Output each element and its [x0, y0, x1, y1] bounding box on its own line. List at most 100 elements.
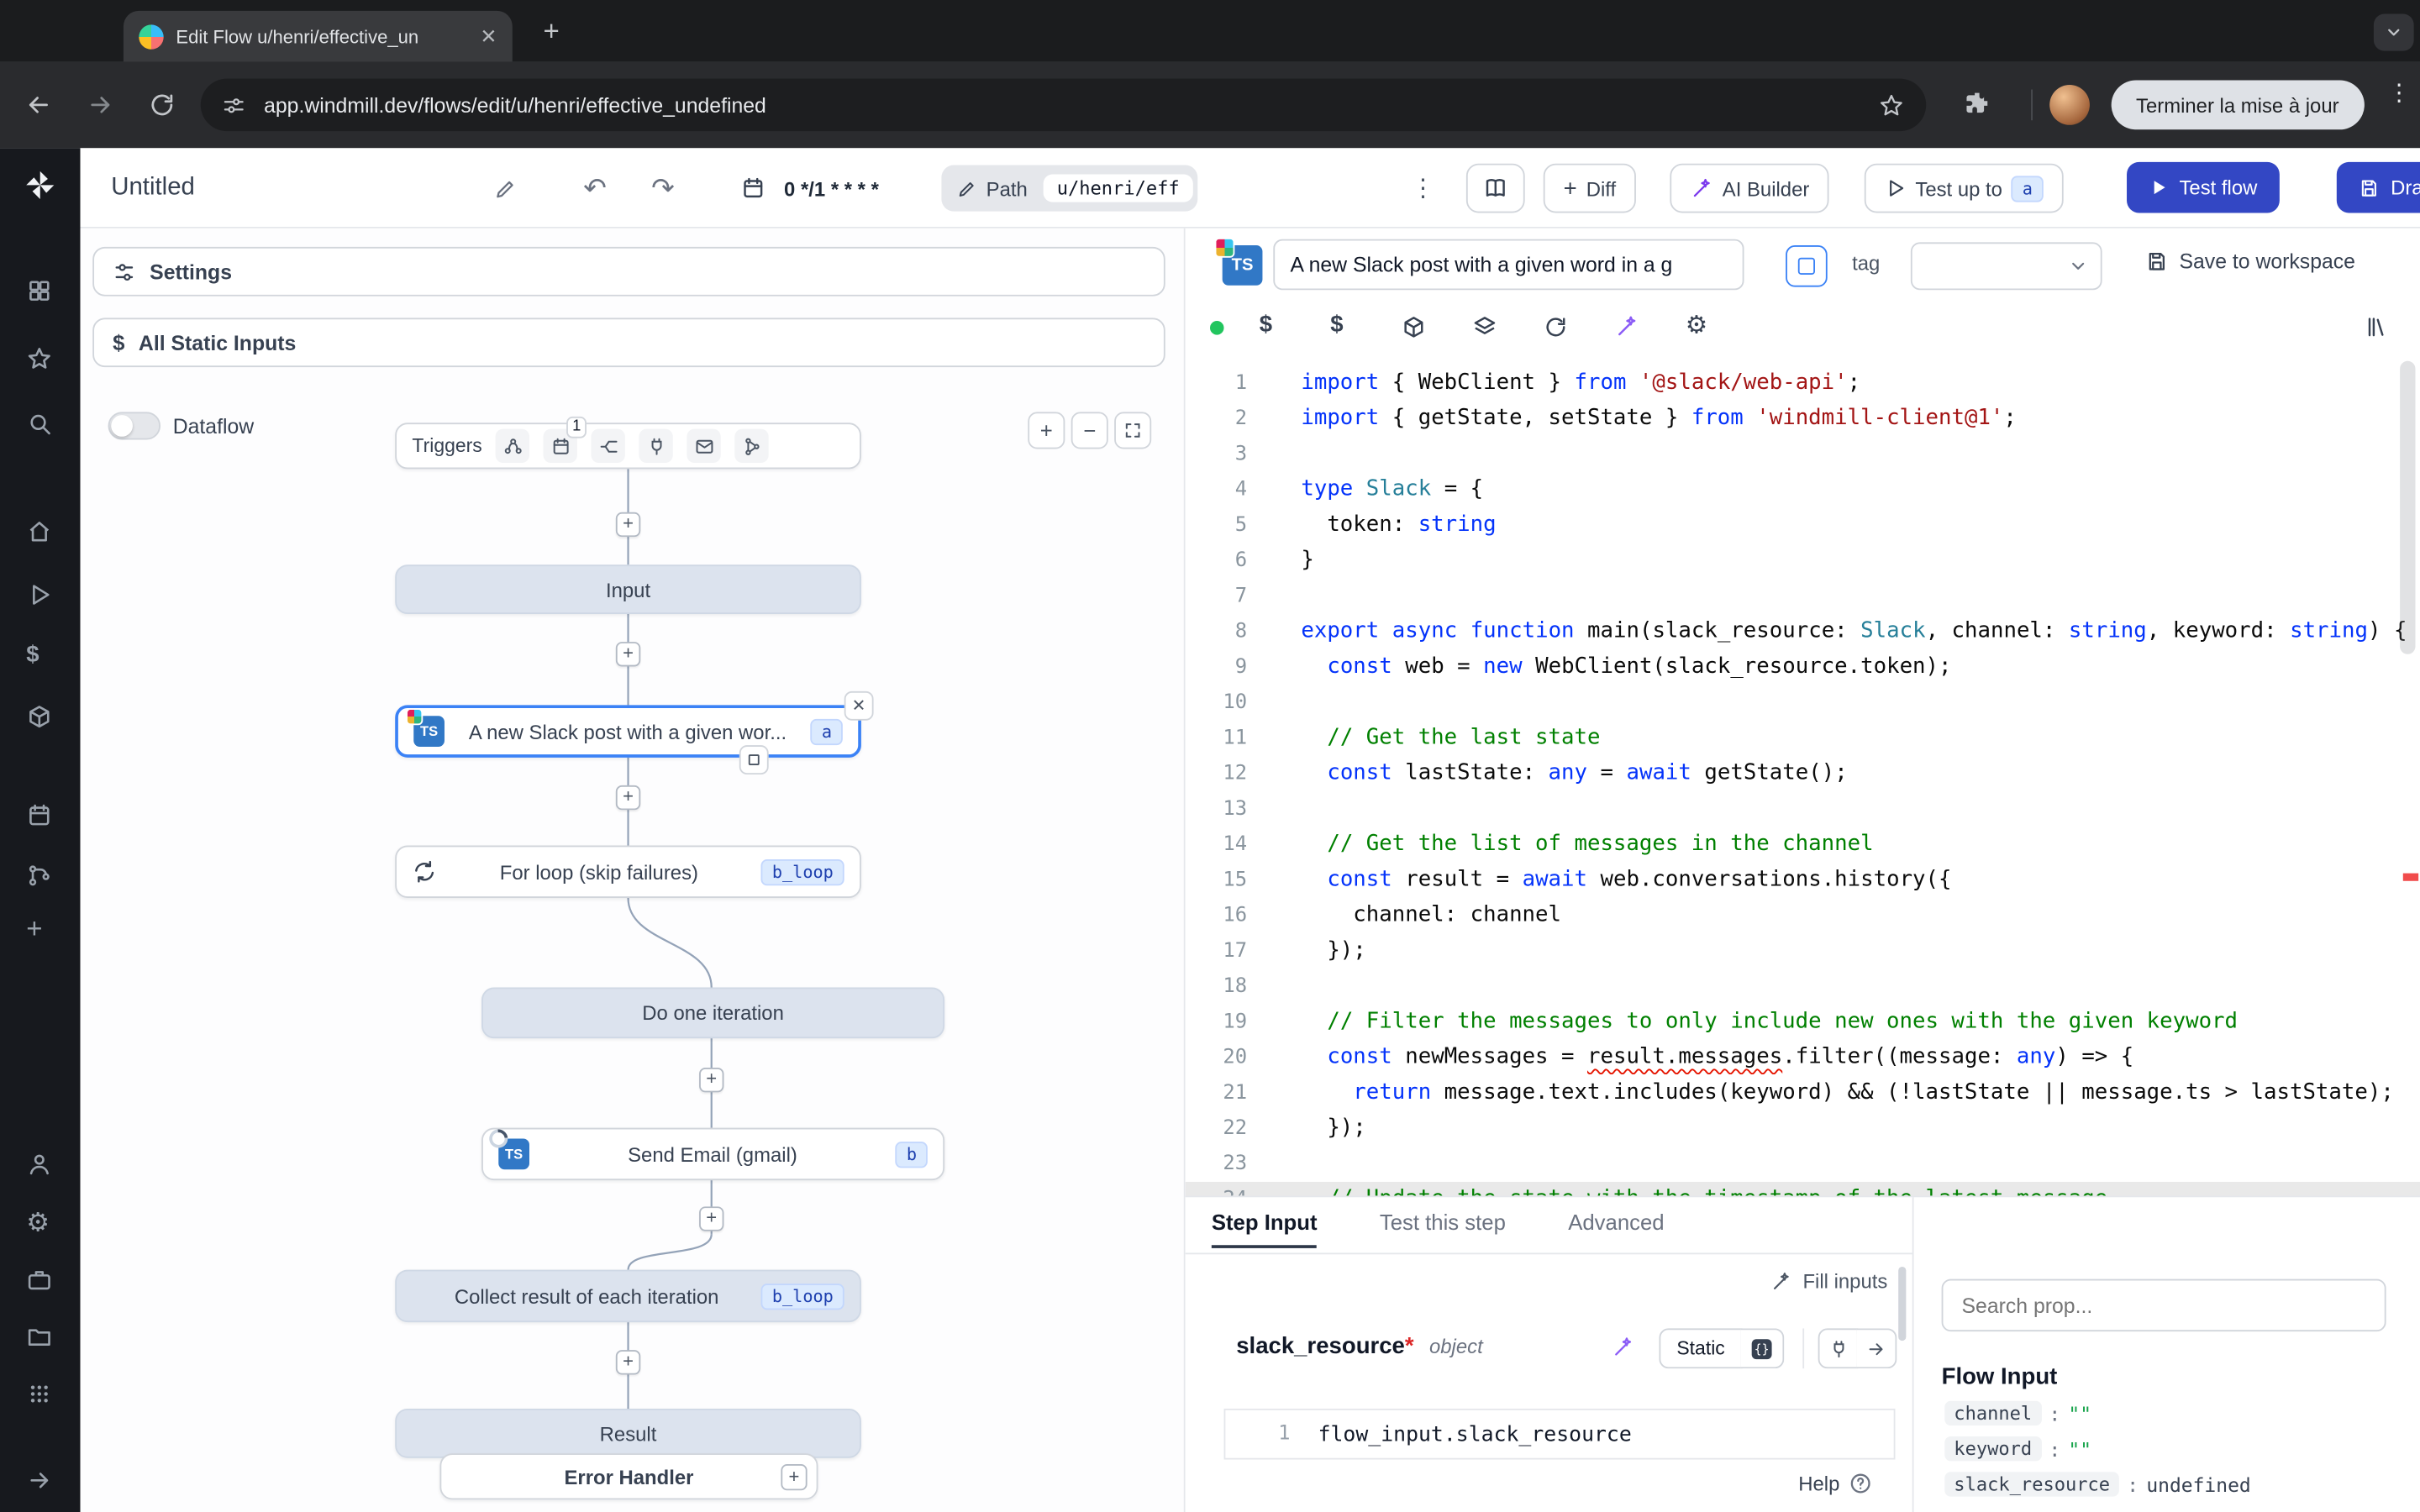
cron-schedule[interactable]: 0 */1 * * * * — [784, 164, 879, 213]
path-value[interactable]: u/henri/eff — [1043, 175, 1193, 202]
help-button[interactable]: Help — [1798, 1472, 1872, 1495]
bookmark-star-icon[interactable] — [1878, 92, 1904, 118]
code-line[interactable]: 10 — [1186, 685, 2420, 721]
settings-gear-icon[interactable]: ⚙ — [26, 1210, 50, 1236]
kafka-trigger-icon[interactable] — [735, 429, 769, 463]
add-error-handler-button[interactable]: + — [781, 1464, 807, 1490]
zone-scrollbar-thumb[interactable] — [1898, 1267, 1906, 1341]
fit-view-button[interactable] — [1114, 412, 1151, 449]
docs-book-button[interactable] — [1466, 164, 1525, 213]
connect-input-plug-icon[interactable] — [1818, 1328, 1859, 1368]
runs-play-icon[interactable] — [26, 581, 52, 607]
layers-icon[interactable] — [1472, 315, 1497, 339]
code-line[interactable]: 8export async function main(slack_resour… — [1186, 614, 2420, 649]
diff-button[interactable]: +Diff — [1544, 164, 1636, 213]
home-icon[interactable] — [26, 518, 52, 544]
editor-settings-gear-icon[interactable]: ⚙ — [1686, 310, 1707, 341]
code-line[interactable]: 16 channel: channel — [1186, 898, 2420, 933]
settings-row[interactable]: Settings — [92, 247, 1165, 297]
expand-arrow-icon[interactable] — [1857, 1328, 1897, 1368]
draft-button[interactable]: Draft — [2337, 162, 2420, 213]
prop-row[interactable]: slack_resource : undefined — [1944, 1472, 2250, 1496]
folders-icon[interactable] — [26, 1324, 52, 1350]
tab-advanced[interactable]: Advanced — [1568, 1197, 1664, 1245]
tab-step-input[interactable]: Step Input — [1212, 1197, 1318, 1248]
search-icon[interactable] — [26, 411, 52, 437]
code-line[interactable]: 3 — [1186, 437, 2420, 472]
dataflow-toggle[interactable] — [108, 412, 160, 439]
zoom-in-button[interactable]: + — [1028, 412, 1065, 449]
more-options-kebab-icon[interactable]: ⋮ — [1411, 164, 1435, 213]
prop-key[interactable]: keyword — [1944, 1436, 2041, 1461]
code-line[interactable]: 20 const newMessages = result.messages.f… — [1186, 1040, 2420, 1075]
insert-step-button[interactable]: + — [616, 512, 640, 537]
avatar[interactable] — [2049, 85, 2090, 125]
fill-inputs-button[interactable]: Fill inputs — [1770, 1270, 1887, 1294]
ai-fill-icon[interactable] — [1612, 1336, 1635, 1360]
triggers-branch-icon[interactable] — [26, 863, 52, 889]
code-line[interactable]: 4type Slack = { — [1186, 472, 2420, 507]
code-line[interactable]: 12 const lastState: any = await getState… — [1186, 756, 2420, 791]
redo-icon[interactable]: ↷ — [651, 164, 675, 213]
refresh-icon[interactable] — [1544, 315, 1568, 339]
tab-test-this-step[interactable]: Test this step — [1380, 1197, 1506, 1245]
triggers-node[interactable]: Triggers 1 — [395, 423, 861, 469]
variables-dollar-icon[interactable]: $ — [1260, 312, 1272, 338]
variables-dollar-icon[interactable]: $ — [26, 642, 39, 668]
remove-node-button[interactable]: ✕ — [844, 691, 874, 721]
node-send-email[interactable]: TS Send Email (gmail) b — [481, 1128, 944, 1180]
insert-step-button[interactable]: + — [616, 785, 640, 810]
resources-dollar-icon[interactable]: $ — [1330, 312, 1343, 338]
insert-step-button[interactable]: + — [699, 1206, 723, 1231]
prop-key[interactable]: channel — [1944, 1401, 2041, 1425]
tag-select[interactable] — [1911, 242, 2102, 290]
node-do-one-iteration[interactable]: Do one iteration — [481, 988, 944, 1039]
browser-menu-icon[interactable]: ⋮ — [2387, 88, 2400, 99]
schedules-calendar-icon[interactable] — [26, 802, 52, 828]
static-mode-button[interactable]: Static — [1659, 1328, 1742, 1368]
code-line[interactable]: 7 — [1186, 579, 2420, 614]
workspace-briefcase-icon[interactable] — [26, 1267, 52, 1293]
code-line[interactable]: 15 const result = await web.conversation… — [1186, 863, 2420, 898]
code-line[interactable]: 13 — [1186, 791, 2420, 827]
browser-update-button[interactable]: Terminer la mise à jour — [2112, 81, 2364, 130]
favorites-star-icon[interactable] — [26, 345, 52, 371]
insert-step-button[interactable]: + — [616, 642, 640, 666]
expression-text[interactable]: flow_input.slack_resource — [1318, 1422, 1632, 1446]
code-line[interactable]: 1import { WebClient } from '@slack/web-a… — [1186, 365, 2420, 401]
all-static-inputs-row[interactable]: $ All Static Inputs — [92, 318, 1165, 367]
node-action-icon[interactable] — [739, 745, 769, 774]
reload-button[interactable] — [148, 91, 176, 118]
expand-sidebar-arrow-icon[interactable] — [26, 1467, 52, 1494]
site-settings-icon[interactable] — [222, 93, 245, 117]
javascript-mode-button[interactable]: {} — [1741, 1328, 1784, 1368]
email-trigger-icon[interactable] — [687, 429, 721, 463]
forward-button[interactable] — [87, 91, 114, 118]
code-line[interactable]: 14 // Get the list of messages in the ch… — [1186, 827, 2420, 862]
browser-tab[interactable]: Edit Flow u/henri/effective_un ✕ — [124, 11, 513, 62]
webhook-trigger-icon[interactable] — [496, 429, 529, 463]
code-line[interactable]: 11 // Get the last state — [1186, 721, 2420, 756]
insert-step-button[interactable]: + — [699, 1068, 723, 1092]
test-up-to-button[interactable]: Test up to a — [1865, 164, 2064, 213]
schedule-calendar-icon[interactable] — [741, 164, 765, 213]
code-line[interactable]: 5 token: string — [1186, 507, 2420, 543]
prop-row[interactable]: keyword : "" — [1944, 1436, 2091, 1461]
node-result[interactable]: Result — [395, 1409, 861, 1458]
code-line[interactable]: 17 }); — [1186, 933, 2420, 969]
node-slack-step[interactable]: TS A new Slack post with a given wor... … — [395, 705, 861, 757]
node-for-loop[interactable]: For loop (skip failures) b_loop — [395, 846, 861, 898]
code-line[interactable]: 2import { getState, setState } from 'win… — [1186, 402, 2420, 437]
user-icon[interactable] — [26, 1151, 52, 1177]
undo-icon[interactable]: ↶ — [583, 164, 607, 213]
ai-wand-icon[interactable] — [1614, 315, 1639, 339]
groups-grid-icon[interactable] — [26, 1381, 52, 1407]
code-line[interactable]: 22 }); — [1186, 1110, 2420, 1146]
save-to-workspace-button[interactable]: Save to workspace — [2145, 250, 2355, 274]
edit-title-pencil-icon[interactable] — [494, 164, 518, 213]
test-flow-button[interactable]: Test flow — [2127, 162, 2279, 213]
windmill-logo[interactable] — [22, 166, 59, 203]
node-error-handler[interactable]: Error Handler + — [439, 1453, 818, 1499]
back-button[interactable] — [24, 91, 52, 118]
insert-step-button[interactable]: + — [616, 1350, 640, 1374]
